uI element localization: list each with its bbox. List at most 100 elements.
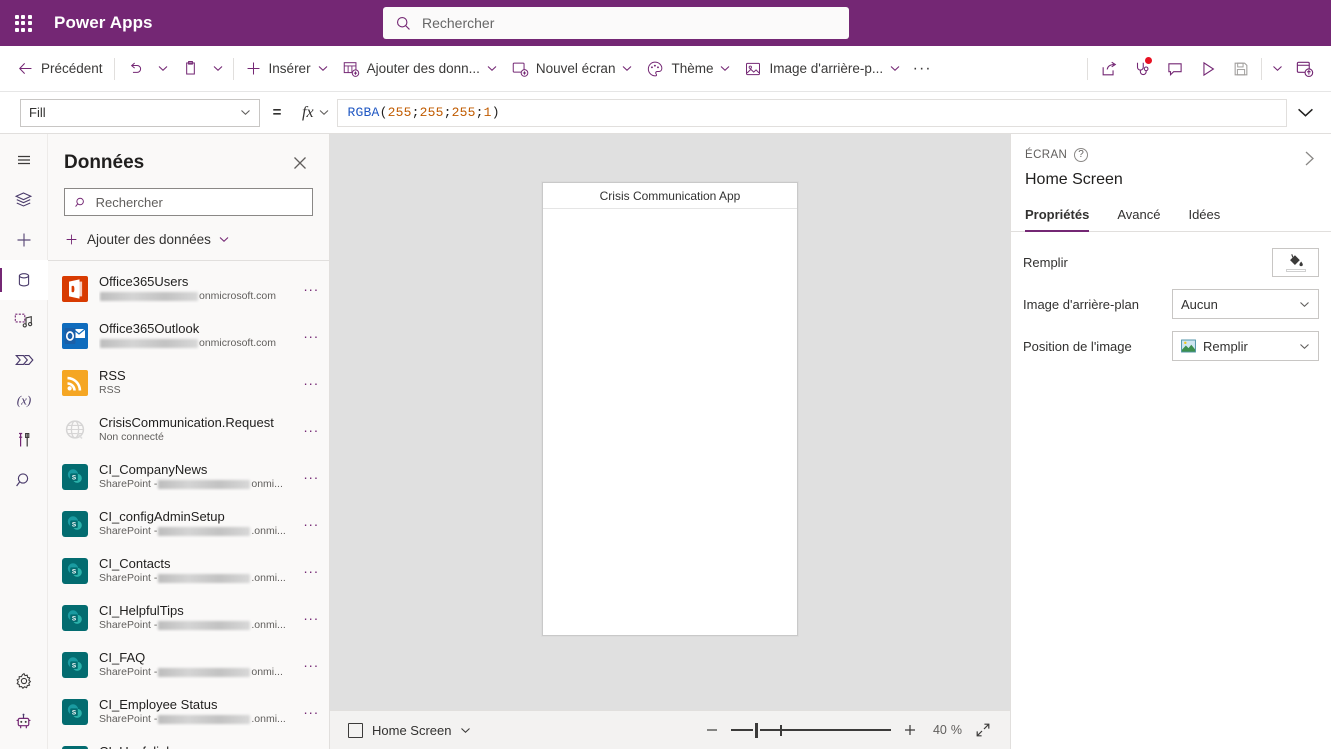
data-source-name: CI_Contacts	[99, 556, 171, 572]
data-source-more-button[interactable]: ···	[301, 657, 321, 673]
data-source-row[interactable]: Office365Users onmicrosoft.com ···	[48, 265, 329, 312]
data-source-more-button[interactable]: ···	[301, 375, 321, 391]
data-source-subtitle-prefix: Non connecté	[99, 431, 164, 444]
control-name: Home Screen	[1025, 171, 1123, 188]
fx-label: fx	[302, 103, 314, 121]
data-source-more-button[interactable]: ···	[301, 281, 321, 297]
theme-button[interactable]: Thème	[639, 53, 737, 85]
data-source-row[interactable]: S CI_HelpfulTips SharePoint - .onmi... ···	[48, 594, 329, 641]
data-source-row[interactable]: SCI_UsefulinksSharePoint - .onmi...···	[48, 735, 329, 749]
sidebar-item-power-automate[interactable]	[0, 340, 48, 380]
publish-icon	[1296, 61, 1314, 78]
data-source-more-button[interactable]: ···	[301, 516, 321, 532]
data-search-input[interactable]	[95, 194, 303, 210]
data-source-more-button[interactable]: ···	[301, 469, 321, 485]
zoom-slider[interactable]	[730, 717, 891, 743]
data-source-row[interactable]: S CI_Contacts SharePoint - .onmi... ···	[48, 547, 329, 594]
comments-button[interactable]	[1158, 53, 1191, 85]
sidebar-item-copilot[interactable]	[0, 701, 48, 741]
data-source-row[interactable]: S CI_Employee Status SharePoint - .onmi...…	[48, 688, 329, 735]
properties-tabs: Propriétés Avancé Idées	[1011, 201, 1331, 232]
fx-button[interactable]: fx	[294, 99, 337, 127]
app-checker-button[interactable]	[1125, 53, 1158, 85]
screen-selector[interactable]: Home Screen	[344, 720, 475, 741]
preview-button[interactable]	[1191, 53, 1224, 85]
zoom-in-button[interactable]	[897, 717, 923, 743]
paste-button[interactable]	[174, 53, 207, 85]
redacted-tenant	[158, 667, 251, 677]
data-source-more-button[interactable]: ···	[301, 328, 321, 344]
paint-bucket-icon	[1290, 253, 1303, 266]
zoom-out-button[interactable]	[699, 717, 725, 743]
data-source-text: CI_Employee Status SharePoint - .onmi...	[99, 697, 290, 726]
arrow-left-icon	[19, 63, 32, 74]
sidebar-item-insert[interactable]	[0, 220, 48, 260]
data-source-row[interactable]: S CI_CompanyNews SharePoint - onmi... ···	[48, 453, 329, 500]
sharepoint-icon: S	[62, 604, 88, 631]
sidebar-item-media[interactable]	[0, 300, 48, 340]
custom-connector-icon	[62, 417, 88, 443]
canvas-viewport[interactable]: Crisis Communication App	[330, 134, 1010, 710]
sidebar-item-search[interactable]	[0, 460, 48, 500]
sidebar-item-variables[interactable]: (x)	[0, 380, 48, 420]
data-search[interactable]	[64, 188, 313, 217]
zoom-slider-thumb[interactable]	[752, 720, 760, 740]
properties-tab[interactable]: Avancé	[1117, 201, 1170, 231]
sidebar-item-tree-view[interactable]	[0, 180, 48, 220]
publish-button[interactable]	[1288, 53, 1321, 85]
background-image-button[interactable]: Image d'arrière-p...	[737, 53, 907, 85]
sidebar-item-menu[interactable]	[0, 140, 48, 180]
data-source-subtitle: SharePoint - .onmi...	[99, 571, 290, 585]
data-source-more-button[interactable]: ···	[301, 610, 321, 626]
data-source-row[interactable]: RSS RSS ···	[48, 359, 329, 406]
app-launcher-icon[interactable]	[0, 0, 46, 46]
close-icon[interactable]	[287, 150, 313, 176]
data-source-row[interactable]: S CI_FAQ SharePoint - onmi... ···	[48, 641, 329, 688]
paste-dropdown[interactable]	[207, 53, 229, 85]
global-search-input[interactable]	[422, 15, 837, 31]
save-more-dropdown[interactable]	[1266, 53, 1288, 85]
formula-arg-3: 1	[483, 105, 492, 120]
app-screen-preview[interactable]: Crisis Communication App	[542, 182, 798, 636]
new-screen-button[interactable]: Nouvel écran	[504, 53, 640, 85]
background-image-dropdown[interactable]: Aucun	[1172, 289, 1319, 319]
data-source-more-button[interactable]: ···	[301, 422, 321, 438]
formula-bar-expand[interactable]	[1287, 92, 1323, 134]
undo-dropdown[interactable]	[152, 53, 174, 85]
properties-tab[interactable]: Idées	[1188, 201, 1230, 231]
app-screen-body[interactable]	[543, 209, 797, 635]
property-row-fill: Remplir	[1023, 246, 1319, 278]
help-icon[interactable]: ?	[1074, 148, 1089, 162]
undo-button[interactable]	[119, 53, 152, 85]
properties-body: Remplir Image d'arrière-plan Aucun Posit…	[1011, 232, 1331, 372]
fill-color-button[interactable]	[1272, 247, 1319, 277]
add-data-button[interactable]: Ajouter des donn...	[335, 53, 504, 85]
data-source-row[interactable]: CrisisCommunication.Request Non connecté ·…	[48, 406, 329, 453]
data-source-more-button[interactable]: ···	[301, 563, 321, 579]
back-button[interactable]: Précédent	[10, 53, 110, 85]
save-button[interactable]	[1224, 53, 1257, 85]
fit-to-screen-button[interactable]	[970, 717, 996, 743]
sidebar-item-data[interactable]	[0, 260, 48, 300]
add-data-source-button[interactable]: Ajouter des données	[58, 224, 319, 254]
global-search[interactable]	[383, 7, 849, 39]
property-selector[interactable]: Fill	[20, 98, 260, 127]
formula-input[interactable]: RGBA(255; 255; 255; 1)	[336, 98, 1287, 127]
data-source-name: CI_Employee Status	[99, 697, 218, 713]
properties-tab[interactable]: Propriétés	[1025, 201, 1099, 232]
menu-icon	[17, 155, 30, 165]
divider	[113, 57, 115, 80]
insert-button[interactable]: Insérer	[238, 53, 335, 85]
data-source-row[interactable]: S CI_configAdminSetup SharePoint - .onmi..…	[48, 500, 329, 547]
share-button[interactable]	[1092, 53, 1125, 85]
svg-text:S: S	[72, 568, 77, 575]
overflow-button[interactable]: ···	[907, 53, 937, 85]
data-source-more-button[interactable]: ···	[301, 704, 321, 720]
data-source-row[interactable]: Office365Outlook onmicrosoft.com ···	[48, 312, 329, 359]
data-source-name: CI_Usefulinks	[99, 744, 290, 749]
property-label-fill: Remplir	[1023, 254, 1068, 270]
collapse-panel-button[interactable]	[1297, 146, 1321, 170]
sidebar-item-settings[interactable]	[0, 661, 48, 701]
image-position-dropdown[interactable]: Remplir	[1172, 331, 1319, 361]
sidebar-item-tools[interactable]	[0, 420, 48, 460]
